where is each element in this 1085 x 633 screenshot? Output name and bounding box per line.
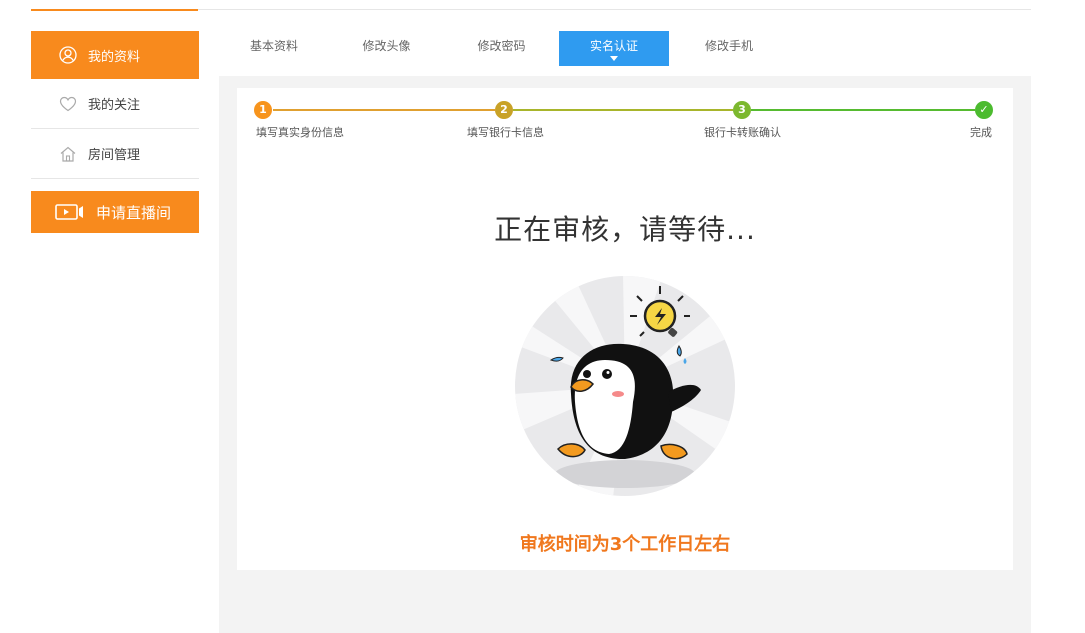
top-rule-accent [31, 9, 198, 11]
sidebar-item-my-follows[interactable]: 我的关注 [31, 79, 199, 129]
tab-change-password[interactable]: 修改密码 [444, 31, 559, 66]
step-2-badge: 2 [495, 101, 513, 119]
tab-real-name-verification[interactable]: 实名认证 [559, 31, 669, 66]
tab-change-phone[interactable]: 修改手机 [669, 31, 789, 66]
step-4-label: 完成 [970, 126, 992, 139]
step-1-badge: 1 [254, 101, 272, 119]
step-connector [513, 109, 733, 111]
step-1-label: 填写真实身份信息 [256, 126, 344, 139]
review-time-note: 审核时间为3个工作日左右 [519, 534, 731, 555]
step-3-label: 银行卡转账确认 [704, 126, 781, 139]
tab-change-avatar[interactable]: 修改头像 [329, 31, 444, 66]
tab-label: 修改密码 [477, 39, 526, 53]
user-icon [59, 46, 77, 64]
tab-label: 修改头像 [362, 39, 411, 53]
sidebar-item-my-profile[interactable]: 我的资料 [31, 31, 199, 79]
video-camera-icon [55, 203, 85, 221]
review-status-title: 正在审核，请等待... [494, 213, 756, 246]
caret-down-icon [610, 56, 618, 61]
tab-label: 实名认证 [589, 39, 638, 53]
heart-icon [59, 95, 77, 113]
step-2-label: 填写银行卡信息 [467, 126, 544, 139]
tab-basic-info[interactable]: 基本资料 [219, 31, 329, 66]
apply-live-room-button[interactable]: 申请直播间 [31, 191, 199, 233]
sidebar-item-label: 我的资料 [88, 49, 141, 65]
profile-tabs: 基本资料 修改头像 修改密码 实名认证 修改手机 [219, 31, 789, 66]
step-complete-check-icon: ✓ [975, 101, 993, 119]
apply-button-label: 申请直播间 [96, 203, 172, 222]
tab-label: 修改手机 [704, 39, 753, 53]
step-connector [273, 109, 495, 111]
verification-card: 1 2 3 ✓ 填写真实身份信息 填写银行卡信息 银行卡转账确认 完成 正在审核… [237, 88, 1013, 570]
sidebar: 我的资料 我的关注 房间管理 申请直播间 [31, 31, 199, 233]
house-icon [59, 145, 77, 163]
step-connector [751, 109, 975, 111]
sidebar-item-label: 房间管理 [88, 148, 141, 163]
sidebar-item-room-management[interactable]: 房间管理 [31, 129, 199, 179]
tab-label: 基本资料 [249, 39, 298, 53]
top-rule [198, 9, 1031, 10]
step-3-badge: 3 [733, 101, 751, 119]
verification-stepper: 1 2 3 ✓ 填写真实身份信息 填写银行卡信息 银行卡转账确认 完成 [237, 88, 1013, 148]
penguin-thinking-illustration [513, 274, 737, 498]
sidebar-item-label: 我的关注 [88, 98, 141, 113]
